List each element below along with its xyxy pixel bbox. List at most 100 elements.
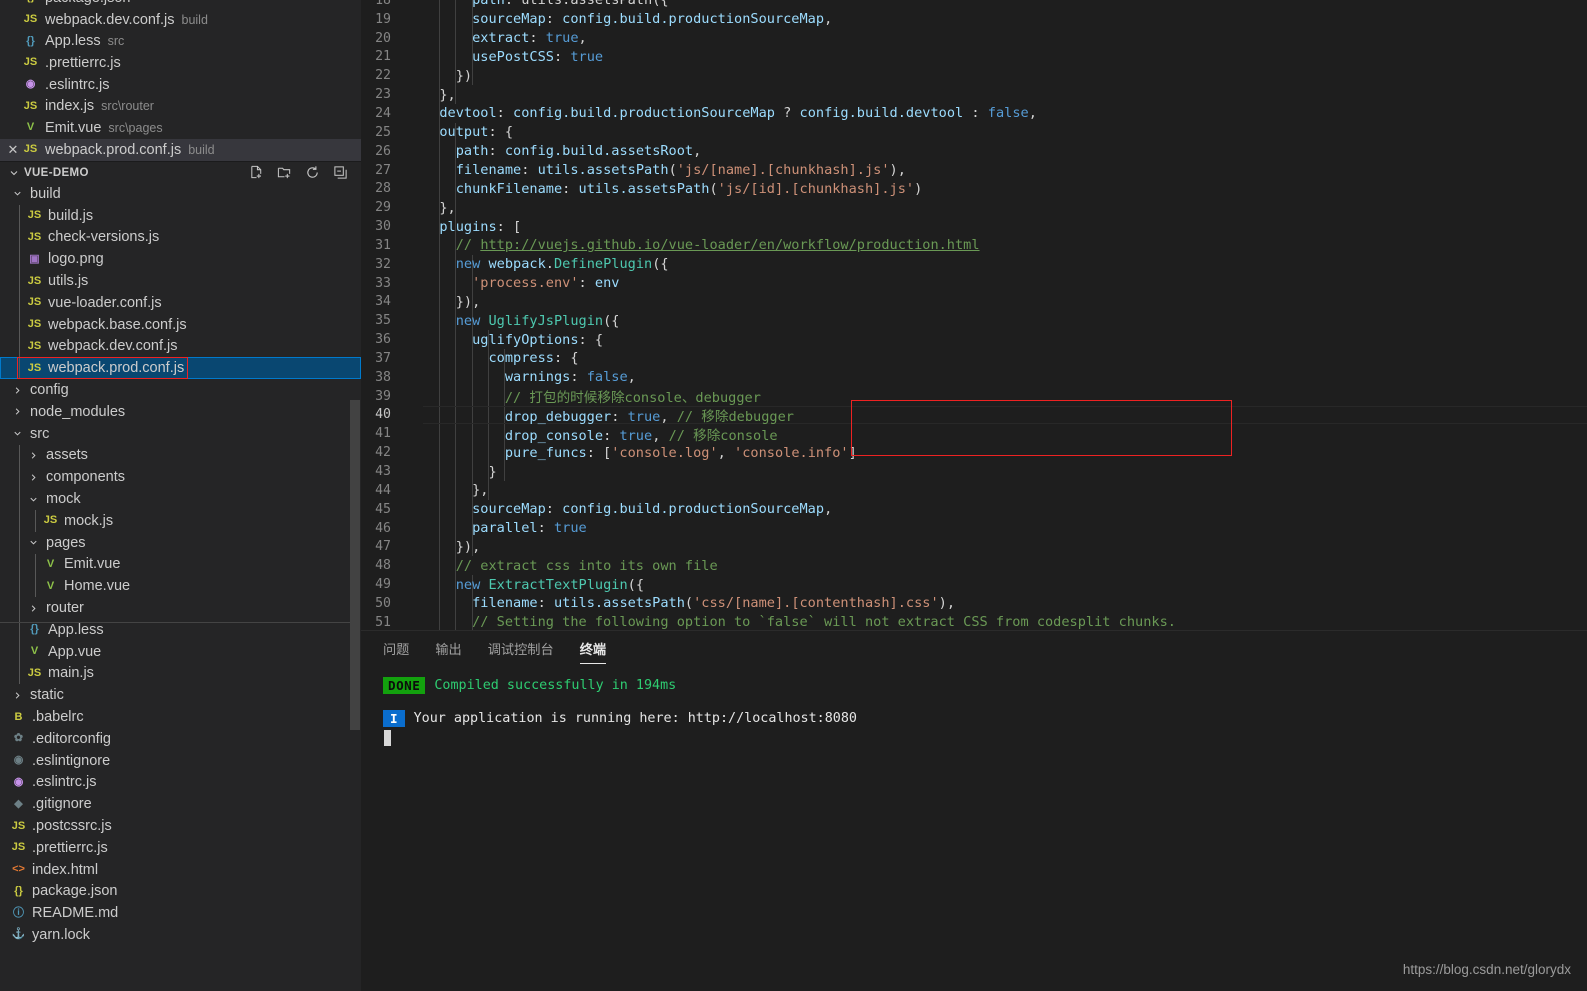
code-editor[interactable]: 18 path: utils.assetsPath({19 sourceMap:… bbox=[361, 0, 1587, 630]
chevron-right-icon[interactable] bbox=[10, 385, 25, 396]
tree-folder-row[interactable]: pages bbox=[0, 532, 361, 554]
tree-folder-row[interactable]: build bbox=[0, 183, 361, 205]
code-line[interactable]: 18 path: utils.assetsPath({ bbox=[361, 0, 1587, 10]
close-icon[interactable]: ✕ bbox=[4, 143, 22, 156]
tree-file-row[interactable]: JS check-versions.js bbox=[0, 227, 361, 249]
chevron-down-icon[interactable] bbox=[10, 428, 25, 439]
chevron-right-icon[interactable] bbox=[10, 690, 25, 701]
code-line[interactable]: 44 }, bbox=[361, 481, 1587, 500]
panel-tab[interactable]: 终端 bbox=[579, 639, 607, 664]
code-lines[interactable]: 18 path: utils.assetsPath({19 sourceMap:… bbox=[361, 0, 1587, 630]
open-editor-row[interactable]: JS index.js src\router bbox=[0, 95, 361, 117]
terminal-output[interactable]: DONE Compiled successfully in 194ms I Yo… bbox=[361, 664, 1587, 747]
tree-file-row[interactable]: <> index.html bbox=[0, 859, 361, 881]
code-line[interactable]: 51 // Setting the following option to `f… bbox=[361, 613, 1587, 630]
tree-file-row[interactable]: ◆ .gitignore bbox=[0, 793, 361, 815]
code-line[interactable]: 43 } bbox=[361, 462, 1587, 481]
code-line[interactable]: 28 chunkFilename: utils.assetsPath('js/[… bbox=[361, 179, 1587, 198]
tree-folder-row[interactable]: mock bbox=[0, 488, 361, 510]
tree-file-row[interactable]: ⓘ README.md bbox=[0, 902, 361, 924]
tree-file-row[interactable]: JS .postcssrc.js bbox=[0, 815, 361, 837]
chevron-right-icon[interactable] bbox=[26, 472, 41, 483]
code-line[interactable]: 38 warnings: false, bbox=[361, 368, 1587, 387]
tree-folder-row[interactable]: node_modules bbox=[0, 401, 361, 423]
code-line[interactable]: 24 devtool: config.build.productionSourc… bbox=[361, 104, 1587, 123]
code-line[interactable]: 34 }), bbox=[361, 293, 1587, 312]
sidebar-scrollbar[interactable] bbox=[350, 400, 360, 730]
tree-file-row[interactable]: JS .prettierrc.js bbox=[0, 837, 361, 859]
code-line[interactable]: 21 usePostCSS: true bbox=[361, 48, 1587, 67]
tree-file-row[interactable]: ◉ .eslintignore bbox=[0, 750, 361, 772]
code-line[interactable]: 20 extract: true, bbox=[361, 29, 1587, 48]
open-editor-row[interactable]: {} App.less src bbox=[0, 30, 361, 52]
open-editor-row[interactable]: {} package.json bbox=[0, 0, 361, 9]
tree-file-row[interactable]: ✿ .editorconfig bbox=[0, 728, 361, 750]
tree-file-row[interactable]: JS webpack.prod.conf.js bbox=[0, 357, 361, 380]
code-line[interactable]: 48 // extract css into its own file bbox=[361, 556, 1587, 575]
chevron-down-icon[interactable] bbox=[6, 165, 22, 181]
tree-file-row[interactable]: JS mock.js bbox=[0, 510, 361, 532]
open-editor-row[interactable]: JS webpack.dev.conf.js build bbox=[0, 9, 361, 31]
tree-folder-row[interactable]: components bbox=[0, 466, 361, 488]
tree-file-row[interactable]: B .babelrc bbox=[0, 706, 361, 728]
new-folder-icon[interactable] bbox=[276, 164, 293, 181]
collapse-folders-icon[interactable] bbox=[332, 164, 349, 181]
tree-file-row[interactable]: JS webpack.dev.conf.js bbox=[0, 336, 361, 358]
open-editor-row[interactable]: ◉ .eslintrc.js bbox=[0, 74, 361, 96]
code-line[interactable]: 19 sourceMap: config.build.productionSou… bbox=[361, 10, 1587, 29]
code-line[interactable]: 41 drop_console: true, // 移除console bbox=[361, 424, 1587, 444]
code-line[interactable]: 26 path: config.build.assetsRoot, bbox=[361, 142, 1587, 161]
code-line[interactable]: 37 compress: { bbox=[361, 349, 1587, 368]
code-line[interactable]: 27 filename: utils.assetsPath('js/[name]… bbox=[361, 161, 1587, 180]
code-line[interactable]: 50 filename: utils.assetsPath('css/[name… bbox=[361, 594, 1587, 613]
tree-file-row[interactable]: JS webpack.base.conf.js bbox=[0, 314, 361, 336]
code-line[interactable]: 35 new UglifyJsPlugin({ bbox=[361, 311, 1587, 330]
code-line[interactable]: 45 sourceMap: config.build.productionSou… bbox=[361, 500, 1587, 519]
tree-file-row[interactable]: V Home.vue bbox=[0, 575, 361, 597]
tree-file-row[interactable]: JS main.js bbox=[0, 663, 361, 685]
code-line[interactable]: 36 uglifyOptions: { bbox=[361, 330, 1587, 349]
chevron-right-icon[interactable] bbox=[10, 406, 25, 417]
code-line[interactable]: 29 }, bbox=[361, 198, 1587, 217]
chevron-down-icon[interactable] bbox=[10, 188, 25, 199]
tree-file-row[interactable]: ◉ .eslintrc.js bbox=[0, 772, 361, 794]
chevron-down-icon[interactable] bbox=[26, 537, 41, 548]
refresh-explorer-icon[interactable] bbox=[304, 164, 321, 181]
tree-file-row[interactable]: JS build.js bbox=[0, 205, 361, 227]
tree-folder-row[interactable]: static bbox=[0, 684, 361, 706]
explorer-section-header[interactable]: VUE-DEMO bbox=[0, 161, 361, 183]
code-line[interactable]: 23 }, bbox=[361, 85, 1587, 104]
chevron-right-icon[interactable] bbox=[26, 603, 41, 614]
tree-file-row[interactable]: V App.vue bbox=[0, 641, 361, 663]
tree-file-row[interactable]: JS utils.js bbox=[0, 270, 361, 292]
new-file-icon[interactable] bbox=[248, 164, 265, 181]
tree-folder-row[interactable]: config bbox=[0, 379, 361, 401]
code-line[interactable]: 30 plugins: [ bbox=[361, 217, 1587, 236]
tree-file-row[interactable]: {} package.json bbox=[0, 881, 361, 903]
tree-file-row[interactable]: ⚓ yarn.lock bbox=[0, 924, 361, 946]
tree-folder-row[interactable]: src bbox=[0, 423, 361, 445]
tree-file-row[interactable]: JS vue-loader.conf.js bbox=[0, 292, 361, 314]
code-line[interactable]: 42 pure_funcs: ['console.log', 'console.… bbox=[361, 443, 1587, 462]
code-line[interactable]: 32 new webpack.DefinePlugin({ bbox=[361, 255, 1587, 274]
code-line[interactable]: 33 'process.env': env bbox=[361, 274, 1587, 293]
code-line[interactable]: 46 parallel: true bbox=[361, 519, 1587, 538]
code-line[interactable]: 25 output: { bbox=[361, 123, 1587, 142]
code-line[interactable]: 47 }), bbox=[361, 537, 1587, 556]
tree-folder-row[interactable]: assets bbox=[0, 445, 361, 467]
tree-file-row[interactable]: V Emit.vue bbox=[0, 554, 361, 576]
open-editor-row[interactable]: JS .prettierrc.js bbox=[0, 52, 361, 74]
tree-folder-row[interactable]: router bbox=[0, 597, 361, 619]
panel-tab[interactable]: 问题 bbox=[383, 639, 409, 664]
open-editor-row[interactable]: ✕ JS webpack.prod.conf.js build bbox=[0, 138, 361, 161]
code-line[interactable]: 31 // http://vuejs.github.io/vue-loader/… bbox=[361, 236, 1587, 255]
code-line[interactable]: 49 new ExtractTextPlugin({ bbox=[361, 575, 1587, 594]
chevron-right-icon[interactable] bbox=[26, 450, 41, 461]
tree-file-row[interactable]: ▣ logo.png bbox=[0, 248, 361, 270]
code-line[interactable]: 40 drop_debugger: true, // 移除debugger bbox=[361, 405, 1587, 425]
panel-tab[interactable]: 调试控制台 bbox=[488, 639, 554, 664]
chevron-down-icon[interactable] bbox=[26, 494, 41, 505]
panel-tab[interactable]: 输出 bbox=[435, 639, 461, 664]
code-line[interactable]: 39 // 打包的时候移除console、debugger bbox=[361, 387, 1587, 407]
open-editor-row[interactable]: V Emit.vue src\pages bbox=[0, 117, 361, 139]
